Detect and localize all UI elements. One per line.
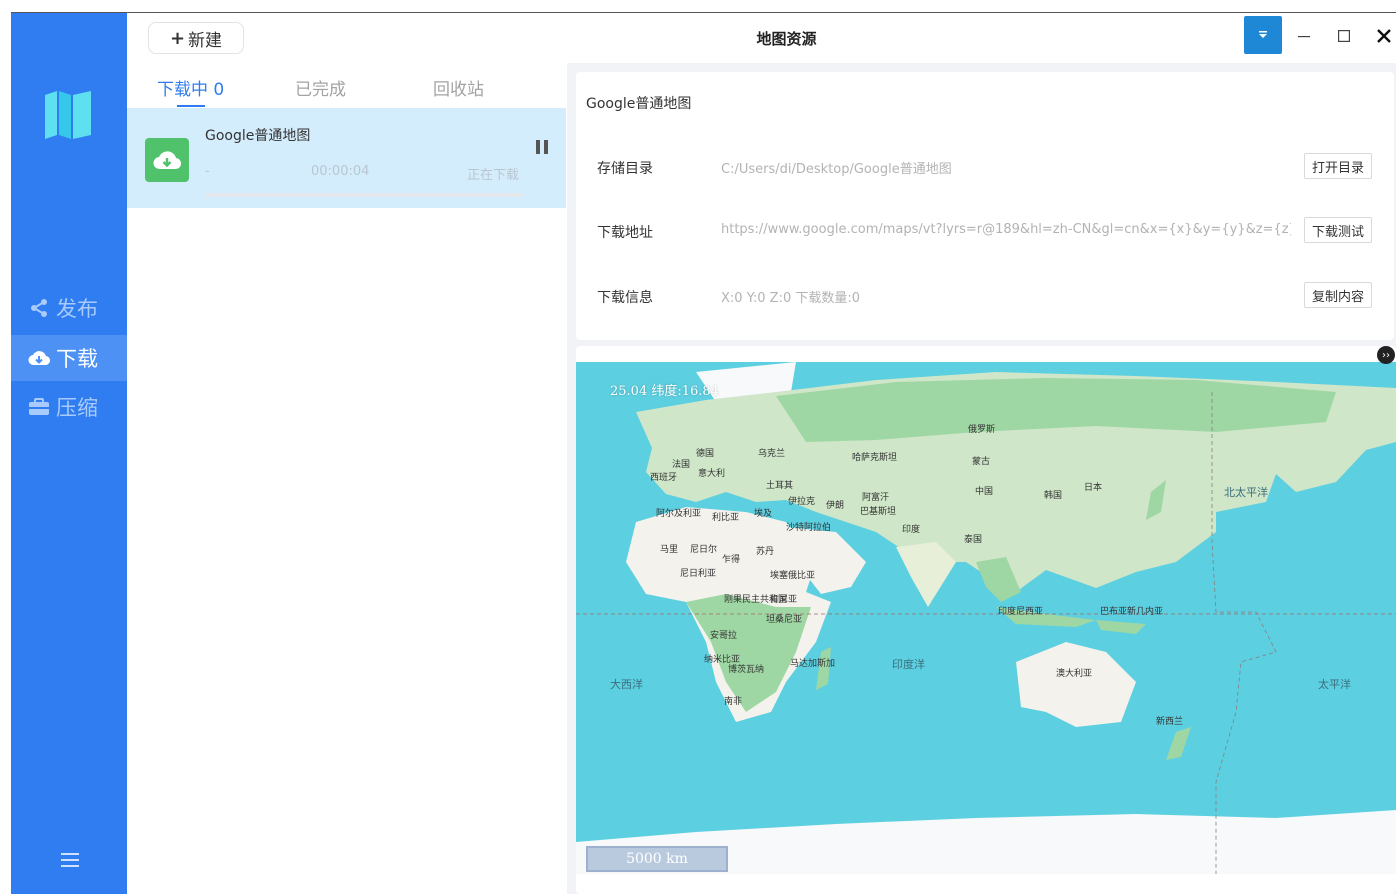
hamburger-menu-icon[interactable] <box>61 852 79 868</box>
minimize-button[interactable] <box>1289 21 1319 51</box>
download-info-label: 下载信息 <box>597 290 653 306</box>
storage-dir-value: C:/Users/di/Desktop/Google普通地图 <box>721 162 952 177</box>
map-label-mongolia: 蒙古 <box>972 457 991 467</box>
sidebar-item-download[interactable]: 下载 <box>11 335 127 381</box>
map-label-ethiopia: 埃塞俄比亚 <box>770 571 816 581</box>
minimize-icon <box>1298 36 1310 38</box>
map-label-turkey: 土耳其 <box>766 481 794 491</box>
copy-content-button[interactable]: 复制内容 <box>1304 282 1372 308</box>
map-label-iran: 伊朗 <box>826 501 845 511</box>
map-label-saudi-arabia: 沙特阿拉伯 <box>786 523 832 533</box>
active-tab-indicator <box>177 105 205 107</box>
open-directory-button[interactable]: 打开目录 <box>1304 153 1372 179</box>
download-url-value: https://www.google.com/maps/vt?lyrs=r@18… <box>721 222 1291 237</box>
task-cloud-download-icon <box>145 138 189 182</box>
sidebar: 发布 下载 压缩 <box>11 13 127 894</box>
map-label-mali: 马里 <box>660 545 679 555</box>
tab-completed[interactable]: 已完成 <box>295 75 346 100</box>
download-url-label: 下载地址 <box>597 225 653 241</box>
map-label-kenya: 肯尼亚 <box>770 595 798 605</box>
briefcase-icon <box>28 396 50 418</box>
sidebar-item-compress[interactable]: 压缩 <box>11 384 127 430</box>
ocean-label-atlantic: 大西洋 <box>610 678 643 691</box>
map-label-png: 巴布亚新几内亚 <box>1100 607 1164 617</box>
map-label-japan: 日本 <box>1084 483 1103 493</box>
map-label-italy: 意大利 <box>698 469 726 479</box>
map-label-afghanistan: 阿富汗 <box>862 493 890 503</box>
map-label-australia: 澳大利亚 <box>1056 669 1093 679</box>
map-label-botswana: 博茨瓦纳 <box>728 665 765 675</box>
task-speed: - <box>205 164 210 179</box>
map-label-egypt: 埃及 <box>754 509 773 519</box>
caret-down-icon <box>1259 31 1267 38</box>
map-label-france: 法国 <box>672 460 691 470</box>
tab-downloading[interactable]: 下载中 0 <box>157 75 224 100</box>
task-name: Google普通地图 <box>205 128 311 144</box>
map-label-south-korea: 韩国 <box>1044 491 1063 501</box>
expand-panel-toggle[interactable]: ›› <box>1377 346 1395 364</box>
maximize-button[interactable] <box>1329 21 1359 51</box>
coordinate-readout: 25.04 纬度:16.84 <box>610 384 719 399</box>
map-label-china: 中国 <box>975 487 994 497</box>
map-label-germany: 德国 <box>696 449 715 459</box>
map-label-madagascar: 马达加斯加 <box>790 659 836 669</box>
close-button[interactable] <box>1369 21 1396 51</box>
download-tabs: 下载中 0 已完成 回收站 <box>127 63 567 107</box>
dropdown-menu-button[interactable] <box>1244 16 1282 54</box>
share-icon <box>28 297 50 319</box>
map-label-chad: 乍得 <box>722 555 741 565</box>
map-view[interactable]: 25.04 纬度:16.84 俄罗斯 哈萨克斯坦 蒙古 中国 韩国 日本 德国 … <box>576 346 1396 894</box>
app-window: 发布 下载 压缩 + 新建 地图资源 下载中 0 已完成 回收站 Google普… <box>0 0 1396 894</box>
sidebar-item-label: 下载 <box>56 347 98 371</box>
pause-icon[interactable] <box>535 140 549 154</box>
download-test-button[interactable]: 下载测试 <box>1304 217 1372 243</box>
map-label-libya: 利比亚 <box>712 513 740 523</box>
detail-area: Google普通地图 存储目录 C:/Users/di/Desktop/Goog… <box>567 63 1396 894</box>
task-info-card: Google普通地图 存储目录 C:/Users/di/Desktop/Goog… <box>576 72 1394 340</box>
cloud-download-icon <box>28 347 50 369</box>
map-label-kazakhstan: 哈萨克斯坦 <box>852 453 898 463</box>
map-scale-bar: 5000 km <box>586 846 728 872</box>
tab-recycle-bin[interactable]: 回收站 <box>433 75 484 100</box>
map-label-iraq: 伊拉克 <box>788 497 816 507</box>
download-info-value: X:0 Y:0 Z:0 下载数量:0 <box>721 291 861 306</box>
maximize-icon <box>1338 30 1350 42</box>
map-label-south-africa: 南非 <box>724 697 743 707</box>
task-elapsed-time: 00:00:04 <box>311 164 370 179</box>
map-label-niger: 尼日尔 <box>690 545 718 555</box>
sidebar-item-label: 压缩 <box>56 396 98 420</box>
sidebar-item-label: 发布 <box>56 297 98 321</box>
ocean-label-pacific: 太平洋 <box>1318 678 1351 691</box>
title-bar: + 新建 地图资源 <box>127 13 1396 64</box>
world-map[interactable] <box>576 362 1396 874</box>
map-label-tanzania: 坦桑尼亚 <box>766 615 803 625</box>
map-label-sudan: 苏丹 <box>756 547 775 557</box>
task-status: 正在下载 <box>467 168 520 183</box>
map-label-ukraine: 乌克兰 <box>758 449 786 459</box>
map-label-indonesia: 印度尼西亚 <box>998 607 1044 617</box>
map-label-algeria: 阿尔及利亚 <box>656 509 702 519</box>
map-label-russia: 俄罗斯 <box>968 425 996 435</box>
map-label-india: 印度 <box>902 525 921 535</box>
map-label-nigeria: 尼日利亚 <box>680 569 717 579</box>
window-title: 地图资源 <box>756 30 817 48</box>
map-label-thailand: 泰国 <box>964 535 983 545</box>
download-list-panel: 下载中 0 已完成 回收站 Google普通地图 - 00:00:04 正在下载 <box>127 63 568 894</box>
map-label-pakistan: 巴基斯坦 <box>860 507 897 517</box>
map-label-new-zealand: 新西兰 <box>1156 717 1184 727</box>
map-label-spain: 西班牙 <box>650 473 678 483</box>
ocean-label-north-pacific: 北太平洋 <box>1224 486 1268 499</box>
storage-dir-label: 存储目录 <box>597 161 653 177</box>
download-task-item[interactable]: Google普通地图 - 00:00:04 正在下载 <box>127 108 566 208</box>
ocean-label-indian: 印度洋 <box>892 658 925 671</box>
app-logo-icon <box>45 91 91 139</box>
close-icon <box>1377 29 1391 43</box>
info-title: Google普通地图 <box>586 96 692 112</box>
task-progress-bar <box>205 193 523 197</box>
map-label-angola: 安哥拉 <box>710 631 738 641</box>
sidebar-item-publish[interactable]: 发布 <box>11 285 127 331</box>
